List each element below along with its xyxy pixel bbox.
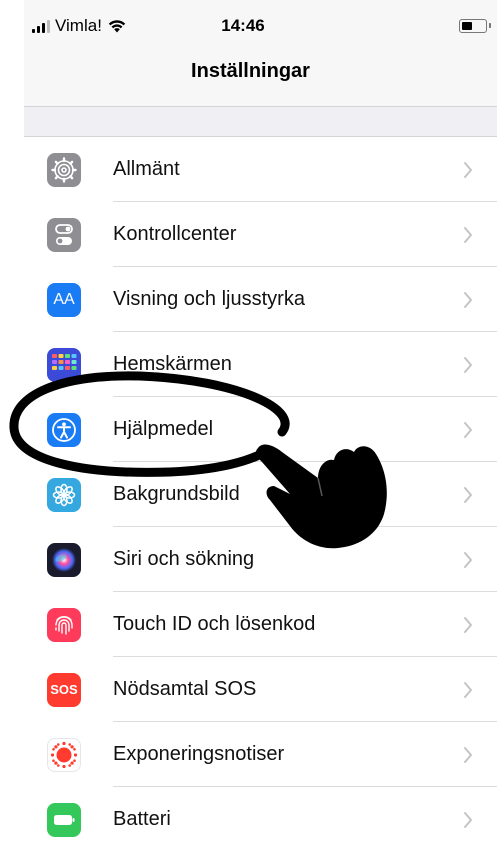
chevron-right-icon (464, 161, 472, 178)
fingerprint-icon (47, 607, 81, 642)
app-grid-icon (47, 347, 81, 382)
exposure-icon (47, 737, 81, 772)
chevron-right-icon (464, 291, 472, 308)
page-title: Inställningar (191, 60, 310, 82)
chevron-right-icon (464, 746, 472, 763)
settings-row-sos[interactable]: SOS Nödsamtal SOS (24, 657, 497, 722)
settings-row-allmant[interactable]: Allmänt (24, 137, 497, 202)
settings-row-touch-id[interactable]: Touch ID och lösenkod (24, 592, 497, 657)
status-bar: Vimla! 14:46 (24, 0, 497, 48)
siri-icon (47, 542, 81, 577)
navigation-bar: Inställningar (24, 48, 497, 107)
flower-icon (47, 477, 81, 512)
sos-icon: SOS (47, 672, 81, 707)
chevron-right-icon (464, 811, 472, 828)
settings-list: Allmänt Kontrollcenter AA Visning och lj (24, 136, 497, 850)
settings-row-label: Touch ID och lösenkod (113, 613, 316, 635)
text-size-icon: AA (47, 282, 81, 317)
settings-row-label: Exponeringsnotiser (113, 743, 285, 765)
chevron-right-icon (464, 486, 472, 503)
settings-row-label: Hjälpmedel (113, 418, 214, 440)
settings-screen: Vimla! 14:46 Inställningar Allmänt Kontr… (24, 0, 497, 850)
accessibility-icon (47, 412, 81, 447)
battery-indicator-icon (459, 19, 491, 33)
settings-row-exponeringsnotiser[interactable]: Exponeringsnotiser (24, 722, 497, 787)
settings-row-bakgrundsbild[interactable]: Bakgrundsbild (24, 462, 497, 527)
chevron-right-icon (464, 421, 472, 438)
chevron-right-icon (464, 551, 472, 568)
settings-row-visning[interactable]: AA Visning och ljusstyrka (24, 267, 497, 332)
chevron-right-icon (464, 681, 472, 698)
settings-row-label: Bakgrundsbild (113, 483, 240, 505)
settings-row-label: Visning och ljusstyrka (113, 288, 305, 310)
settings-row-label: Siri och sökning (113, 548, 255, 570)
switches-icon (47, 217, 81, 252)
settings-row-hjalpmedel[interactable]: Hjälpmedel (24, 397, 497, 462)
settings-row-label: Nödsamtal SOS (113, 678, 257, 700)
settings-row-label: Kontrollcenter (113, 223, 237, 245)
chevron-right-icon (464, 356, 472, 373)
clock: 14:46 (221, 16, 265, 35)
settings-row-hemskarmen[interactable]: Hemskärmen (24, 332, 497, 397)
settings-row-label: Hemskärmen (113, 353, 232, 375)
battery-icon (47, 802, 81, 837)
battery-fill (462, 22, 472, 30)
gear-icon (47, 152, 81, 187)
chevron-right-icon (464, 616, 472, 633)
chevron-right-icon (464, 226, 472, 243)
settings-row-kontrollcenter[interactable]: Kontrollcenter (24, 202, 497, 267)
settings-row-label: Batteri (113, 808, 171, 830)
settings-row-siri[interactable]: Siri och sökning (24, 527, 497, 592)
settings-row-batteri[interactable]: Batteri (24, 787, 497, 850)
settings-row-label: Allmänt (113, 158, 180, 180)
